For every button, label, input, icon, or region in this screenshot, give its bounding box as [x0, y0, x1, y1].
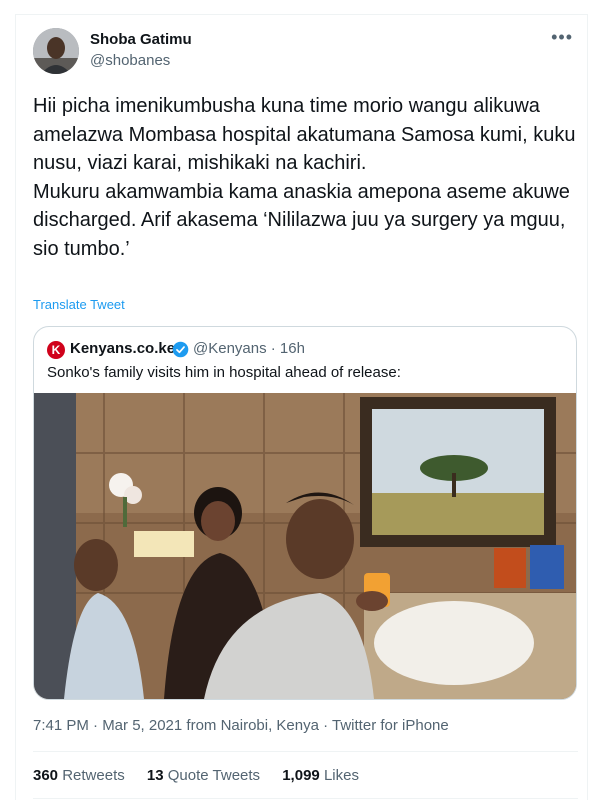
quote-tweets-label: Quote Tweets: [167, 767, 261, 784]
verified-badge-icon: [172, 341, 189, 358]
likes-stat[interactable]: 1,099 Likes: [282, 767, 359, 784]
tweet-paragraph: Hii picha imenikumbusha kuna time morio …: [33, 95, 576, 174]
quoted-tweet[interactable]: K Kenyans.co.ke @Kenyans · 16h Sonko's f…: [33, 326, 577, 700]
retweets-label: Retweets: [62, 767, 125, 784]
quote-tweets-count: 13: [146, 767, 164, 784]
author-display-name[interactable]: Shoba Gatimu: [90, 31, 192, 48]
tweet-text: Hii picha imenikumbusha kuna time morio …: [33, 92, 578, 263]
retweets-stat[interactable]: 360 Retweets: [33, 767, 129, 784]
avatar[interactable]: [33, 28, 79, 74]
quote-tweets-stat[interactable]: 13 Quote Tweets: [147, 767, 264, 784]
quoted-display-name[interactable]: Kenyans.co.ke: [70, 340, 175, 357]
kenyans-logo-icon: K: [47, 341, 65, 359]
tweet-stats: 360 Retweets 13 Quote Tweets 1,099 Likes: [33, 767, 377, 784]
more-horizontal-icon[interactable]: •••: [551, 27, 573, 48]
avatar-image: [33, 28, 79, 74]
tweet-paragraph: Mukuru akamwambia kama anaskia amepona a…: [33, 180, 570, 260]
translate-tweet-link[interactable]: Translate Tweet: [33, 297, 125, 312]
quoted-text: Sonko's family visits him in hospital ah…: [47, 364, 401, 381]
retweets-count: 360: [33, 767, 59, 784]
author-handle[interactable]: @shobanes: [90, 52, 170, 69]
likes-count: 1,099: [282, 767, 320, 784]
divider: [33, 751, 578, 752]
tweet-card: Shoba Gatimu @shobanes ••• Hii picha ime…: [15, 14, 588, 800]
quoted-photo[interactable]: [34, 393, 576, 699]
tweet-meta: 7:41 PM · Mar 5, 2021 from Nairobi, Keny…: [33, 717, 449, 734]
quoted-handle-time: @Kenyans · 16h: [193, 340, 305, 357]
divider: [33, 798, 578, 799]
likes-label: Likes: [323, 767, 359, 784]
